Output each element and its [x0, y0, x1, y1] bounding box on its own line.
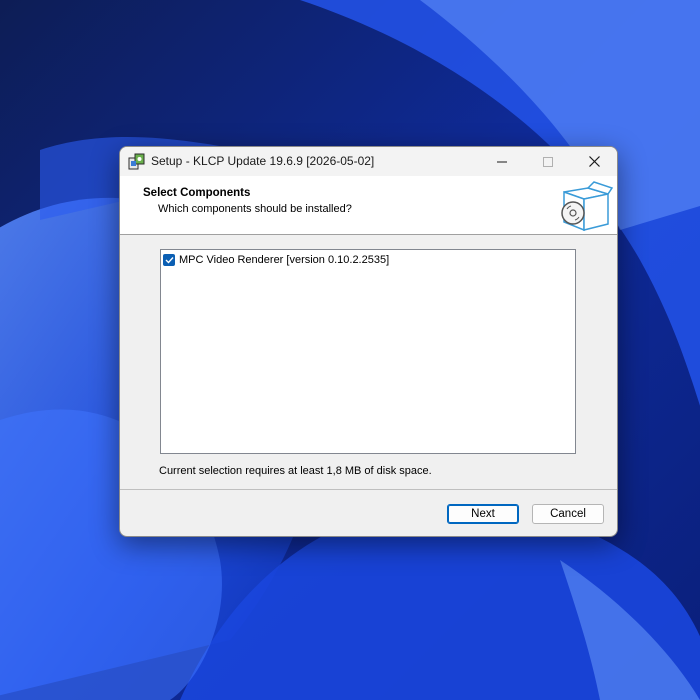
components-list[interactable]: MPC Video Renderer [version 0.10.2.2535] [160, 249, 576, 454]
close-button[interactable] [571, 147, 617, 176]
setup-dialog: Setup - KLCP Update 19.6.9 [2026-05-02] … [119, 146, 618, 537]
window-title: Setup - KLCP Update 19.6.9 [2026-05-02] [151, 154, 375, 168]
checkmark-icon [165, 257, 174, 264]
minimize-button[interactable] [479, 147, 525, 176]
next-button[interactable]: Next [447, 504, 519, 524]
cancel-button[interactable]: Cancel [532, 504, 604, 524]
component-checkbox[interactable] [163, 254, 175, 266]
setup-app-icon [128, 153, 145, 170]
page-title: Select Components [143, 187, 251, 199]
minimize-icon [497, 161, 507, 162]
maximize-button[interactable] [525, 147, 571, 176]
setup-box-icon [561, 181, 614, 232]
title-bar[interactable]: Setup - KLCP Update 19.6.9 [2026-05-02] [120, 147, 617, 176]
maximize-icon [543, 156, 553, 167]
footer-divider [120, 489, 617, 490]
wizard-header: Select Components Which components shoul… [120, 176, 617, 235]
page-subtitle: Which components should be installed? [158, 203, 352, 215]
close-icon [588, 156, 600, 167]
list-item[interactable]: MPC Video Renderer [version 0.10.2.2535] [163, 252, 389, 268]
disk-space-info: Current selection requires at least 1,8 … [159, 465, 432, 477]
component-label: MPC Video Renderer [version 0.10.2.2535] [179, 254, 390, 266]
